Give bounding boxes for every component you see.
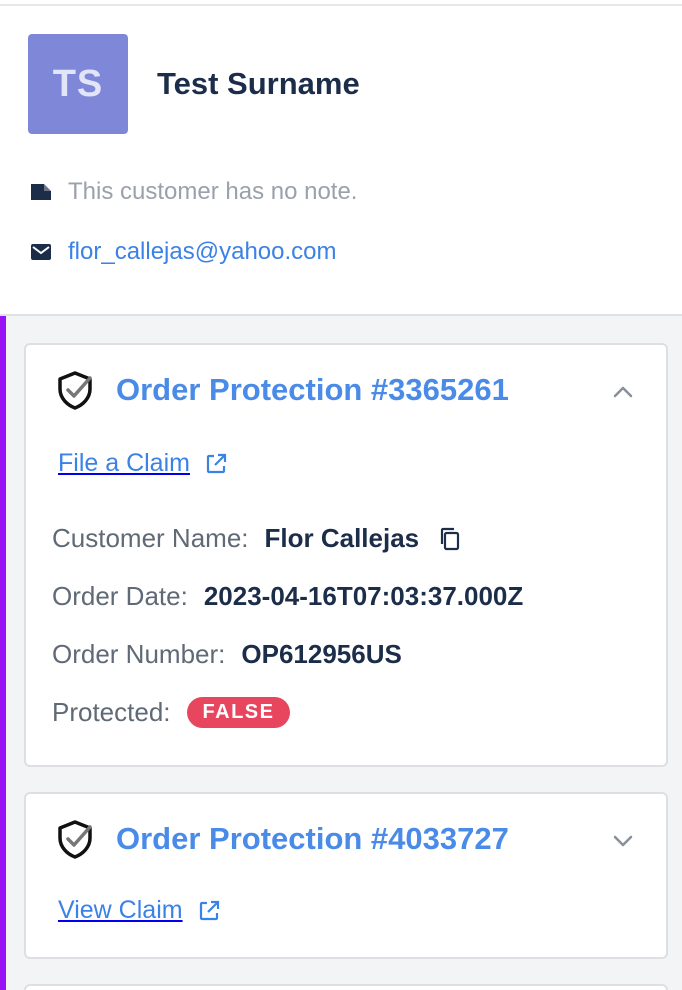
order-card: Order Protection #3365261 File a Claim C… — [24, 343, 668, 767]
accent-bar — [0, 316, 6, 990]
avatar: TS — [28, 34, 128, 134]
order-number-row: Order Number: OP612956US — [52, 639, 402, 670]
order-date-value: 2023-04-16T07:03:37.000Z — [203, 581, 524, 611]
customer-note: This customer has no note. — [68, 178, 358, 205]
customer-name-label: Customer Name: — [52, 523, 249, 553]
protected-label: Protected: — [52, 697, 171, 727]
order-number-label: Order Number: — [52, 639, 226, 669]
customer-name-value: Flor Callejas — [264, 523, 420, 553]
order-title: Order Protection #4033727 — [116, 821, 509, 856]
order-card — [24, 984, 668, 990]
note-icon — [30, 181, 52, 203]
customer-name: Test Surname — [157, 66, 360, 101]
order-number-value: OP612956US — [241, 639, 402, 669]
order-header[interactable]: Order Protection #4033727 — [54, 818, 509, 860]
order-title: Order Protection #3365261 — [116, 372, 509, 407]
note-row: This customer has no note. — [30, 178, 357, 206]
customer-card: TS Test Surname This customer has no not… — [0, 6, 682, 314]
file-claim-link[interactable]: File a Claim — [58, 449, 228, 478]
shield-check-icon — [58, 371, 92, 410]
order-card: Order Protection #4033727 View Claim — [24, 792, 668, 959]
shield-check-icon — [58, 820, 92, 859]
protected-row: Protected: FALSE — [52, 697, 291, 728]
view-claim-label: View Claim — [58, 896, 183, 924]
external-link-icon — [199, 900, 219, 920]
order-date-label: Order Date: — [52, 581, 188, 611]
order-header[interactable]: Order Protection #3365261 — [54, 369, 509, 411]
file-claim-label: File a Claim — [58, 449, 190, 477]
external-link-icon — [206, 453, 227, 473]
order-date-row: Order Date: 2023-04-16T07:03:37.000Z — [52, 581, 523, 612]
chevron-up-icon[interactable] — [610, 379, 636, 405]
customer-email-link[interactable]: flor_callejas@yahoo.com — [68, 238, 337, 266]
copy-icon[interactable] — [437, 526, 463, 552]
view-claim-link[interactable]: View Claim — [58, 896, 221, 925]
customer-name-row: Customer Name: Flor Callejas — [52, 523, 463, 554]
status-badge: FALSE — [186, 697, 291, 728]
email-row: flor_callejas@yahoo.com — [30, 238, 337, 266]
chevron-down-icon[interactable] — [610, 828, 636, 854]
email-icon — [30, 241, 52, 263]
